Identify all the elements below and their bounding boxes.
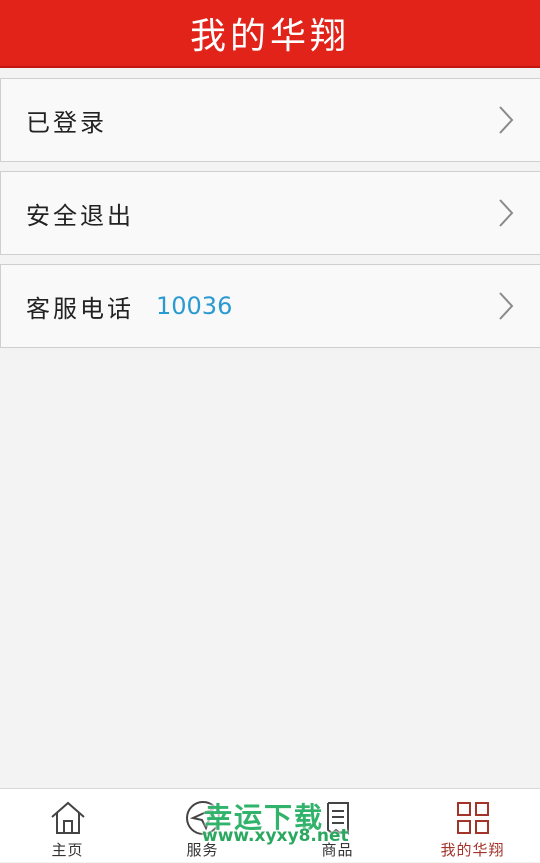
menu-item-label: 安全退出 [26,201,134,230]
menu-item-label: 已登录 [26,108,107,137]
tab-home[interactable]: 主页 [0,789,135,863]
tab-label: 商品 [321,841,354,859]
phone-number[interactable]: 10036 [156,292,232,320]
receipt-icon [326,802,349,835]
top-header: 我的华翔 [0,0,540,68]
tab-label: 主页 [51,841,84,859]
tab-service[interactable]: 服务 [135,789,270,863]
tab-my-huaxiang[interactable]: 我的华翔 [405,789,540,863]
menu-item-label: 客服电话 [26,294,134,323]
paper-plane-icon [185,801,220,835]
chevron-right-icon [499,199,514,227]
chevron-right-icon [499,106,514,134]
page-title: 我的华翔 [189,16,350,57]
home-icon [50,801,85,834]
grid-icon [456,802,489,834]
chevron-right-icon [499,292,514,320]
menu-item-logged-in[interactable]: 已登录 [0,78,540,162]
tab-label: 我的华翔 [440,841,505,859]
tab-label: 服务 [186,841,219,859]
tab-products[interactable]: 商品 [270,789,405,863]
menu-item-customer-service[interactable]: 客服电话 10036 [0,264,540,348]
menu-item-logout[interactable]: 安全退出 [0,171,540,255]
bottom-tab-bar: 主页 服务 商品 我的华翔 [0,788,540,862]
